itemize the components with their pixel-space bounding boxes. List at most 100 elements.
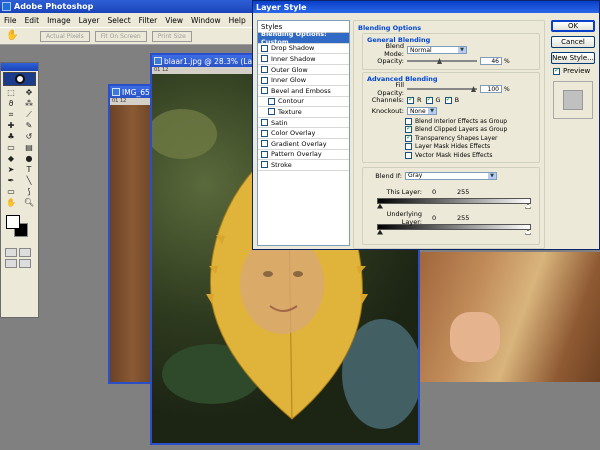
marquee-tool-icon[interactable]: ⬚	[3, 88, 19, 98]
slice-tool-icon[interactable]: ⟋	[21, 110, 37, 120]
checkbox[interactable]	[405, 133, 412, 142]
channel-b[interactable]: B	[444, 95, 459, 104]
menu-select[interactable]: Select	[104, 16, 135, 25]
opacity-input[interactable]: 46	[480, 57, 502, 65]
fill-opacity-input[interactable]: 100	[480, 85, 502, 93]
standard-screen-mode-button[interactable]	[5, 259, 17, 268]
channel-r[interactable]: R	[407, 95, 422, 104]
menu-image[interactable]: Image	[43, 16, 75, 25]
dodge-tool-icon[interactable]: ●	[21, 154, 37, 164]
channel-r-checkbox[interactable]	[407, 95, 414, 104]
new-style-button[interactable]: New Style...	[551, 52, 595, 64]
cancel-button[interactable]: Cancel	[551, 36, 595, 48]
style-checkbox[interactable]	[261, 119, 268, 127]
style-gradient-overlay[interactable]: Gradient Overlay	[258, 139, 349, 150]
menu-view[interactable]: View	[161, 16, 187, 25]
style-texture[interactable]: Texture	[258, 107, 349, 118]
gradient-tool-icon[interactable]: ▤	[21, 143, 37, 153]
style-inner-shadow[interactable]: Inner Shadow	[258, 54, 349, 65]
this-layer-low-handle[interactable]	[377, 203, 383, 209]
menu-layer[interactable]: Layer	[75, 16, 104, 25]
style-checkbox[interactable]	[261, 140, 268, 148]
print-size-button[interactable]: Print Size	[151, 30, 192, 42]
style-contour[interactable]: Contour	[258, 97, 349, 108]
path-selection-tool-icon[interactable]: ➤	[3, 165, 19, 175]
style-stroke[interactable]: Stroke	[258, 160, 349, 171]
ok-button[interactable]: OK	[551, 20, 595, 32]
transparency-shapes-layer-option[interactable]: Transparency Shapes Layer	[367, 133, 535, 143]
style-checkbox[interactable]	[261, 87, 268, 95]
menu-edit[interactable]: Edit	[21, 16, 44, 25]
style-blending-options[interactable]: Blending Options: Custom	[258, 30, 349, 46]
channel-g-checkbox[interactable]	[425, 95, 433, 104]
style-checkbox[interactable]	[261, 55, 268, 63]
style-pattern-overlay[interactable]: Pattern Overlay	[258, 150, 349, 161]
channel-g[interactable]: G	[425, 95, 441, 104]
menu-help[interactable]: Help	[225, 16, 250, 25]
blend-mode-select[interactable]: Normal ▼	[407, 46, 467, 54]
opacity-slider[interactable]	[407, 58, 477, 64]
menu-filter[interactable]: Filter	[135, 16, 162, 25]
style-checkbox[interactable]	[261, 150, 268, 158]
style-inner-glow[interactable]: Inner Glow	[258, 75, 349, 86]
lasso-tool-icon[interactable]: ϑ	[3, 99, 19, 109]
checkbox[interactable]	[405, 143, 412, 151]
this-layer-high-handle[interactable]	[525, 203, 531, 209]
style-satin[interactable]: Satin	[258, 118, 349, 129]
chevron-down-icon[interactable]: ▼	[428, 108, 436, 114]
style-checkbox[interactable]	[261, 44, 268, 52]
preview-option[interactable]: Preview	[553, 66, 590, 75]
type-tool-icon[interactable]: T	[21, 165, 37, 175]
chevron-down-icon[interactable]: ▼	[458, 47, 466, 53]
standard-mode-button[interactable]	[5, 248, 17, 257]
magic-wand-tool-icon[interactable]: ⁂	[21, 99, 37, 109]
notes-tool-icon[interactable]: ▭	[3, 187, 19, 197]
blend-clipped-layers-option[interactable]: Blend Clipped Layers as Group	[367, 124, 535, 135]
crop-tool-icon[interactable]: ⌗	[3, 110, 19, 120]
style-checkbox[interactable]	[261, 76, 268, 84]
brush-tool-icon[interactable]: ✎	[21, 121, 37, 131]
zoom-tool-icon[interactable]: 🔍︎	[21, 198, 37, 208]
quick-mask-mode-button[interactable]	[19, 248, 31, 257]
style-checkbox[interactable]	[261, 161, 268, 169]
shape-tool-icon[interactable]: ╲	[21, 176, 37, 186]
style-outer-glow[interactable]: Outer Glow	[258, 65, 349, 76]
move-tool-icon[interactable]: ✥	[21, 88, 37, 98]
fit-on-screen-button[interactable]: Fit On Screen	[94, 30, 147, 42]
styles-list: Styles Blending Options: Custom Drop Sha…	[257, 20, 350, 246]
style-checkbox[interactable]	[261, 66, 268, 74]
layer-mask-hides-effects-option[interactable]: Layer Mask Hides Effects	[367, 143, 535, 152]
knockout-select[interactable]: None ▼	[407, 107, 437, 115]
full-screen-menu-mode-button[interactable]	[19, 259, 31, 268]
eyedropper-tool-icon[interactable]: ⟆	[21, 187, 37, 197]
foreground-color-swatch[interactable]	[6, 215, 20, 229]
underlying-layer-low-handle[interactable]	[377, 229, 383, 235]
fill-opacity-slider[interactable]	[407, 86, 477, 92]
style-checkbox[interactable]	[268, 97, 275, 105]
eraser-tool-icon[interactable]: ▭	[3, 143, 19, 153]
healing-brush-tool-icon[interactable]: ✚	[3, 121, 19, 131]
hand-tool-icon[interactable]: ✋	[3, 198, 19, 208]
clone-stamp-tool-icon[interactable]: ♣	[3, 132, 19, 142]
style-bevel-emboss[interactable]: Bevel and Emboss	[258, 86, 349, 97]
history-brush-tool-icon[interactable]: ↺	[21, 132, 37, 142]
vector-mask-hides-effects-option[interactable]: Vector Mask Hides Effects	[367, 151, 535, 160]
checkbox[interactable]	[405, 151, 412, 159]
style-checkbox[interactable]	[268, 108, 275, 116]
preview-checkbox[interactable]	[553, 66, 560, 75]
hand-tool-icon[interactable]: ✋	[6, 30, 18, 42]
channel-b-checkbox[interactable]	[444, 95, 452, 104]
blur-tool-icon[interactable]: ◆	[3, 154, 19, 164]
dialog-title-bar[interactable]: Layer Style	[253, 1, 599, 13]
toolbox-title-bar[interactable]	[1, 63, 38, 71]
blend-interior-effects-option[interactable]: Blend Interior Effects as Group	[367, 117, 535, 126]
style-checkbox[interactable]	[261, 129, 268, 137]
pen-tool-icon[interactable]: ✒	[3, 176, 19, 186]
style-color-overlay[interactable]: Color Overlay	[258, 128, 349, 139]
menu-file[interactable]: File	[0, 16, 21, 25]
underlying-layer-high-handle[interactable]	[525, 229, 531, 235]
menu-window[interactable]: Window	[187, 16, 225, 25]
actual-pixels-button[interactable]: Actual Pixels	[40, 30, 90, 42]
chevron-down-icon[interactable]: ▼	[488, 172, 496, 179]
blend-if-select[interactable]: Gray ▼	[405, 171, 497, 180]
